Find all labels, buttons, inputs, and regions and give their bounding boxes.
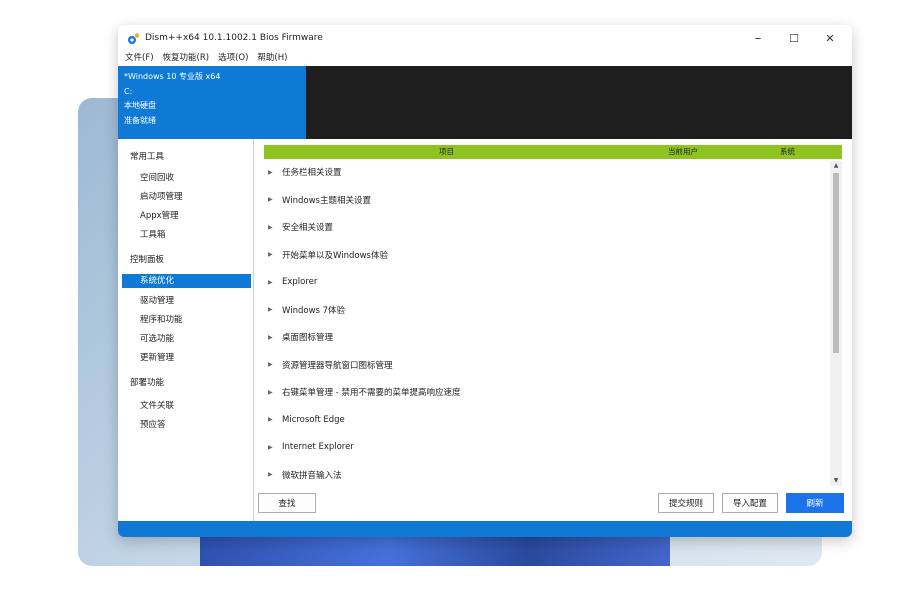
expand-arrow-icon[interactable]: ▶ bbox=[268, 361, 282, 368]
sidebar-item-optional-features[interactable]: 可选功能 bbox=[140, 332, 174, 344]
import-config-button[interactable]: 导入配置 bbox=[722, 493, 778, 513]
sidebar-item-drivers[interactable]: 驱动管理 bbox=[140, 294, 174, 306]
scroll-thumb[interactable] bbox=[833, 173, 839, 353]
disk-label: 本地硬盘 bbox=[124, 101, 156, 110]
menu-restore[interactable]: 恢复功能(R) bbox=[163, 51, 210, 65]
minimize-button[interactable]: – bbox=[740, 25, 776, 51]
menu-help[interactable]: 帮助(H) bbox=[257, 51, 287, 65]
session-panel: *Windows 10 专业版 x64 C: 本地硬盘 准备就绪 bbox=[118, 66, 852, 139]
expand-arrow-icon[interactable]: ▶ bbox=[268, 169, 282, 176]
expand-arrow-icon[interactable]: ▶ bbox=[268, 196, 282, 203]
sidebar-item-system-optimize[interactable]: 系统优化 bbox=[122, 274, 251, 288]
list-item[interactable]: ▶ 任务栏相关设置 bbox=[264, 161, 824, 183]
sidebar-item-startup[interactable]: 启动项管理 bbox=[140, 190, 183, 202]
expand-arrow-icon[interactable]: ▶ bbox=[268, 416, 282, 423]
expand-arrow-icon[interactable]: ▶ bbox=[268, 389, 282, 396]
title-bar: Dism++x64 10.1.1002.1 Bios Firmware – ☐ … bbox=[118, 25, 852, 51]
table-header: 项目 当前用户 系统 bbox=[264, 145, 842, 159]
sidebar-item-appx[interactable]: Appx管理 bbox=[140, 209, 179, 221]
scroll-down-arrow-icon[interactable]: ▼ bbox=[830, 476, 842, 486]
list-item[interactable]: ▶ 桌面图标管理 bbox=[264, 326, 824, 348]
list-item[interactable]: ▶ 资源管理器导航窗口图标管理 bbox=[264, 354, 824, 376]
expand-arrow-icon[interactable]: ▶ bbox=[268, 279, 282, 286]
app-window: Dism++x64 10.1.1002.1 Bios Firmware – ☐ … bbox=[118, 25, 852, 537]
expand-arrow-icon[interactable]: ▶ bbox=[268, 471, 282, 478]
search-button[interactable]: 查找 bbox=[258, 493, 316, 513]
scroll-up-arrow-icon[interactable]: ▲ bbox=[830, 161, 842, 171]
menu-options[interactable]: 选项(O) bbox=[218, 51, 248, 65]
list-item[interactable]: ▶ 开始菜单以及Windows体验 bbox=[264, 244, 824, 266]
list-item[interactable]: ▶ Explorer bbox=[264, 271, 824, 293]
sidebar-group-common-tools: 常用工具 bbox=[130, 152, 165, 162]
sidebar-group-deployment: 部署功能 bbox=[130, 378, 165, 388]
sidebar-item-updates[interactable]: 更新管理 bbox=[140, 351, 174, 363]
expand-arrow-icon[interactable]: ▶ bbox=[268, 251, 282, 258]
window-title: Dism++x64 10.1.1002.1 Bios Firmware bbox=[145, 33, 323, 43]
column-system[interactable]: 系统 bbox=[780, 145, 795, 159]
list-item[interactable]: ▶ Windows 7体验 bbox=[264, 299, 824, 321]
maximize-button[interactable]: ☐ bbox=[776, 25, 812, 51]
sidebar-item-answer-file[interactable]: 预应答 bbox=[140, 418, 166, 430]
list-item[interactable]: ▶ 安全相关设置 bbox=[264, 216, 824, 238]
expand-arrow-icon[interactable]: ▶ bbox=[268, 224, 282, 231]
status-label: 准备就绪 bbox=[124, 115, 156, 125]
expand-arrow-icon[interactable]: ▶ bbox=[268, 306, 282, 313]
expand-arrow-icon[interactable]: ▶ bbox=[268, 444, 282, 451]
submit-rules-button[interactable]: 提交规则 bbox=[658, 493, 714, 513]
sidebar: 常用工具 空间回收 启动项管理 Appx管理 工具箱 控制面板 系统优化 驱动管… bbox=[118, 139, 254, 521]
list-item[interactable]: ▶ Microsoft Edge bbox=[264, 409, 824, 431]
column-current-user[interactable]: 当前用户 bbox=[668, 145, 698, 159]
session-card[interactable]: *Windows 10 专业版 x64 C: 本地硬盘 准备就绪 bbox=[118, 66, 306, 139]
sidebar-item-programs[interactable]: 程序和功能 bbox=[140, 313, 183, 325]
expand-arrow-icon[interactable]: ▶ bbox=[268, 334, 282, 341]
list-item[interactable]: ▶ Internet Explorer bbox=[264, 436, 824, 458]
sidebar-item-toolbox[interactable]: 工具箱 bbox=[140, 228, 166, 240]
vertical-scrollbar[interactable]: ▲ ▼ bbox=[830, 161, 842, 486]
main-panel: 项目 当前用户 系统 ▶ 任务栏相关设置 ▶ Windows主题相关设置 ▶ 安… bbox=[254, 139, 852, 521]
sidebar-group-control-panel: 控制面板 bbox=[130, 255, 165, 265]
list-item[interactable]: ▶ Windows主题相关设置 bbox=[264, 189, 824, 211]
menu-file[interactable]: 文件(F) bbox=[125, 51, 154, 65]
status-bar bbox=[118, 521, 852, 537]
drive-label: C: bbox=[124, 86, 133, 96]
gear-icon bbox=[126, 31, 140, 45]
sidebar-item-file-assoc[interactable]: 文件关联 bbox=[140, 399, 174, 411]
refresh-button[interactable]: 刷新 bbox=[786, 493, 844, 513]
menu-bar: 文件(F) 恢复功能(R) 选项(O) 帮助(H) bbox=[118, 51, 296, 65]
column-item[interactable]: 项目 bbox=[439, 145, 454, 159]
close-button[interactable]: ✕ bbox=[812, 25, 848, 51]
sidebar-item-space-cleanup[interactable]: 空间回收 bbox=[140, 171, 174, 183]
os-label: *Windows 10 专业版 x64 bbox=[124, 72, 221, 81]
list-item[interactable]: ▶ 微软拼音输入法 bbox=[264, 464, 824, 486]
list-item[interactable]: ▶ 右键菜单管理 - 禁用不需要的菜单提高响应速度 bbox=[264, 381, 824, 403]
